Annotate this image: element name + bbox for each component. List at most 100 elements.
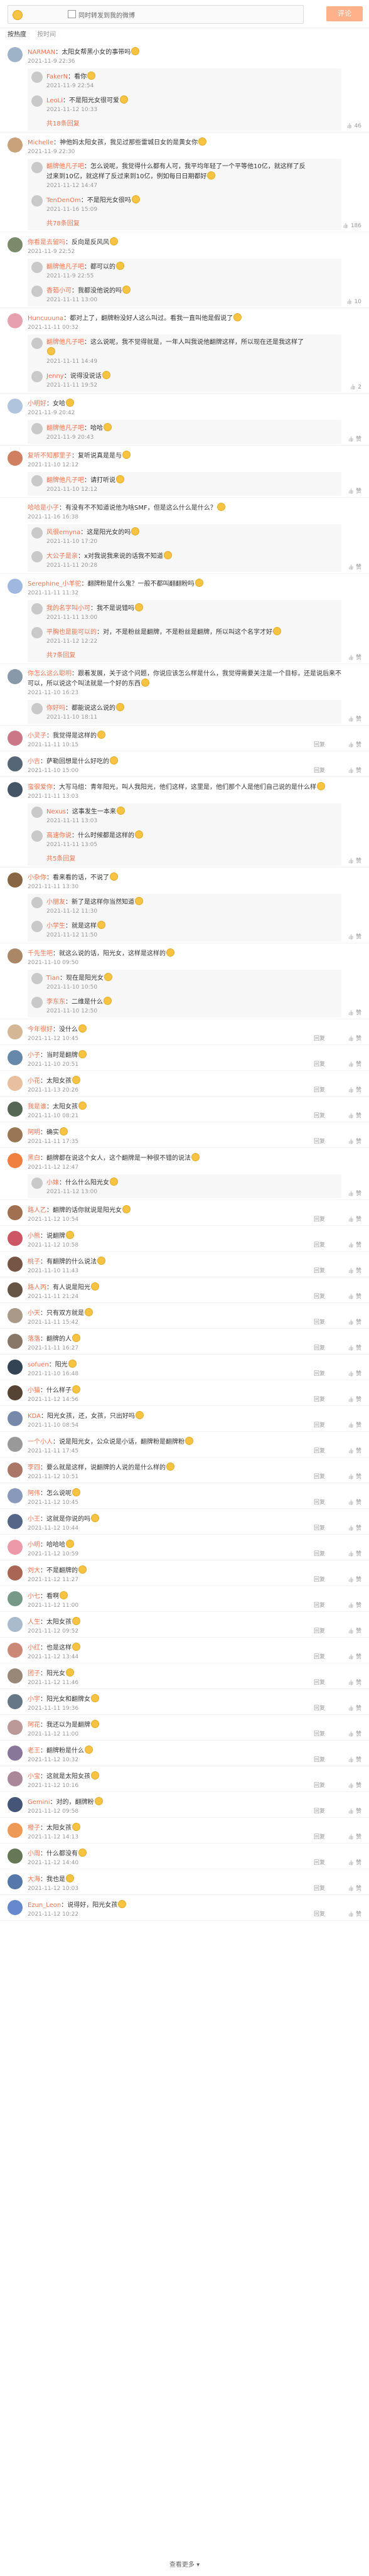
comment-user[interactable]: 你怎么这么聪明 <box>28 670 72 677</box>
avatar[interactable] <box>8 1514 23 1529</box>
comment-user[interactable]: 刘大 <box>28 1567 40 1574</box>
reply-user[interactable]: 翻牌他凡子吧 <box>46 339 84 346</box>
avatar[interactable] <box>8 1694 23 1709</box>
reply-button[interactable]: 回复 <box>314 1472 325 1480</box>
avatar[interactable] <box>31 162 43 173</box>
like-button[interactable]: 赞 <box>348 1626 361 1634</box>
avatar[interactable] <box>8 1565 23 1580</box>
sync-checkbox[interactable] <box>68 10 76 18</box>
reply-user[interactable]: Jenny <box>46 373 64 380</box>
like-button[interactable]: 赞 <box>348 1215 361 1223</box>
avatar[interactable] <box>31 262 43 273</box>
comment-user[interactable]: 千先生吧 <box>28 950 53 957</box>
avatar[interactable] <box>31 807 43 818</box>
reply-button[interactable]: 回复 <box>314 1292 325 1300</box>
avatar[interactable] <box>31 72 43 83</box>
like-button[interactable]: 赞 <box>348 1884 361 1892</box>
like-button[interactable]: 赞 <box>348 1240 361 1248</box>
avatar[interactable] <box>31 603 43 614</box>
avatar[interactable] <box>31 897 43 908</box>
reply-button[interactable]: 回复 <box>314 1446 325 1454</box>
like-button[interactable]: 赞 <box>348 1318 361 1326</box>
avatar[interactable] <box>8 503 23 518</box>
avatar[interactable] <box>8 1360 23 1375</box>
avatar[interactable] <box>8 1024 23 1039</box>
avatar[interactable] <box>31 95 43 107</box>
tab-time[interactable]: 按时间 <box>37 31 56 38</box>
reply-user[interactable]: 平胸也是能可以的 <box>46 629 97 636</box>
comment-user[interactable]: Gemini <box>28 1799 50 1806</box>
avatar[interactable] <box>8 1488 23 1503</box>
reply-button[interactable]: 回复 <box>314 1806 325 1815</box>
reply-button[interactable]: 回复 <box>314 1060 325 1068</box>
reply-user[interactable]: 小朋友 <box>46 899 65 906</box>
comment-user[interactable]: 一个小人 <box>28 1439 53 1446</box>
avatar[interactable] <box>31 1178 43 1189</box>
comment-user[interactable]: 大海 <box>28 1876 40 1883</box>
more-replies-link[interactable]: 共5条回复 <box>28 851 341 866</box>
avatar[interactable] <box>8 731 23 746</box>
like-button[interactable]: 46 <box>346 123 361 129</box>
avatar[interactable] <box>8 1797 23 1812</box>
load-more-button[interactable]: 查看更多 ▾ <box>0 2559 369 2568</box>
reply-user[interactable]: 翻牌他凡子吧 <box>46 477 84 484</box>
avatar[interactable] <box>8 1308 23 1323</box>
like-button[interactable]: 赞 <box>348 1652 361 1660</box>
comment-user[interactable]: 小宇 <box>28 1696 40 1703</box>
reply-button[interactable]: 回复 <box>314 1266 325 1274</box>
comment-user[interactable]: 小明 <box>28 1542 40 1548</box>
like-button[interactable]: 赞 <box>348 1395 361 1403</box>
avatar[interactable] <box>8 313 23 328</box>
comment-user[interactable]: Serephine_小羊驼 <box>28 581 82 588</box>
avatar[interactable] <box>8 1334 23 1349</box>
avatar[interactable] <box>31 921 43 932</box>
comment-user[interactable]: 小红 <box>28 1645 40 1651</box>
reply-button[interactable]: 回复 <box>314 1498 325 1506</box>
avatar[interactable] <box>31 423 43 434</box>
like-button[interactable]: 赞 <box>348 1034 361 1042</box>
like-button[interactable]: 赞 <box>348 1832 361 1840</box>
avatar[interactable] <box>31 830 43 842</box>
like-button[interactable]: 赞 <box>348 856 361 864</box>
like-button[interactable]: 2 <box>350 384 361 390</box>
comment-user[interactable]: 小宝 <box>28 1773 40 1780</box>
avatar[interactable] <box>8 948 23 963</box>
more-replies-link[interactable]: 共78条回复 <box>28 216 341 230</box>
reply-user[interactable]: 翻牌他凡子吧 <box>46 264 84 271</box>
like-button[interactable]: 赞 <box>348 1111 361 1119</box>
reply-button[interactable]: 回复 <box>314 1215 325 1223</box>
comment-user[interactable]: 小天 <box>28 1310 40 1317</box>
like-button[interactable]: 赞 <box>348 1420 361 1429</box>
like-button[interactable]: 赞 <box>348 1189 361 1197</box>
comment-user[interactable]: 小子 <box>28 1052 40 1059</box>
comment-user[interactable]: NARMAN <box>28 49 55 56</box>
comment-user[interactable]: Ezun_Leon <box>28 1902 61 1909</box>
avatar[interactable] <box>8 1849 23 1864</box>
avatar[interactable] <box>8 1540 23 1555</box>
reply-user[interactable]: 风很emyna <box>46 529 80 536</box>
avatar[interactable] <box>8 1411 23 1426</box>
reply-user[interactable]: LeoLi <box>46 97 63 104</box>
avatar[interactable] <box>31 338 43 349</box>
like-button[interactable]: 10 <box>346 299 361 305</box>
avatar[interactable] <box>8 872 23 888</box>
like-button[interactable]: 赞 <box>348 1523 361 1532</box>
avatar[interactable] <box>8 451 23 466</box>
comment-user[interactable]: KDA <box>28 1413 41 1420</box>
reply-user[interactable]: 我的名字叫小可 <box>46 605 90 612</box>
like-button[interactable]: 赞 <box>348 562 361 571</box>
like-button[interactable]: 赞 <box>348 1704 361 1712</box>
like-button[interactable]: 赞 <box>348 1060 361 1068</box>
comment-user[interactable]: 今年很好 <box>28 1026 53 1033</box>
reply-button[interactable]: 回复 <box>314 1318 325 1326</box>
submit-button[interactable]: 评论 <box>326 6 363 21</box>
more-replies-link[interactable]: 共18条回复 <box>28 116 341 131</box>
like-button[interactable]: 赞 <box>348 1343 361 1351</box>
comment-user[interactable]: 桃子 <box>28 1258 40 1265</box>
reply-button[interactable]: 回复 <box>314 1704 325 1712</box>
reply-user[interactable]: Nexus <box>46 808 66 815</box>
reply-button[interactable]: 回复 <box>314 1034 325 1042</box>
avatar[interactable] <box>8 1127 23 1142</box>
reply-button[interactable]: 回复 <box>314 1884 325 1892</box>
comment-user[interactable]: 黑白 <box>28 1155 40 1162</box>
